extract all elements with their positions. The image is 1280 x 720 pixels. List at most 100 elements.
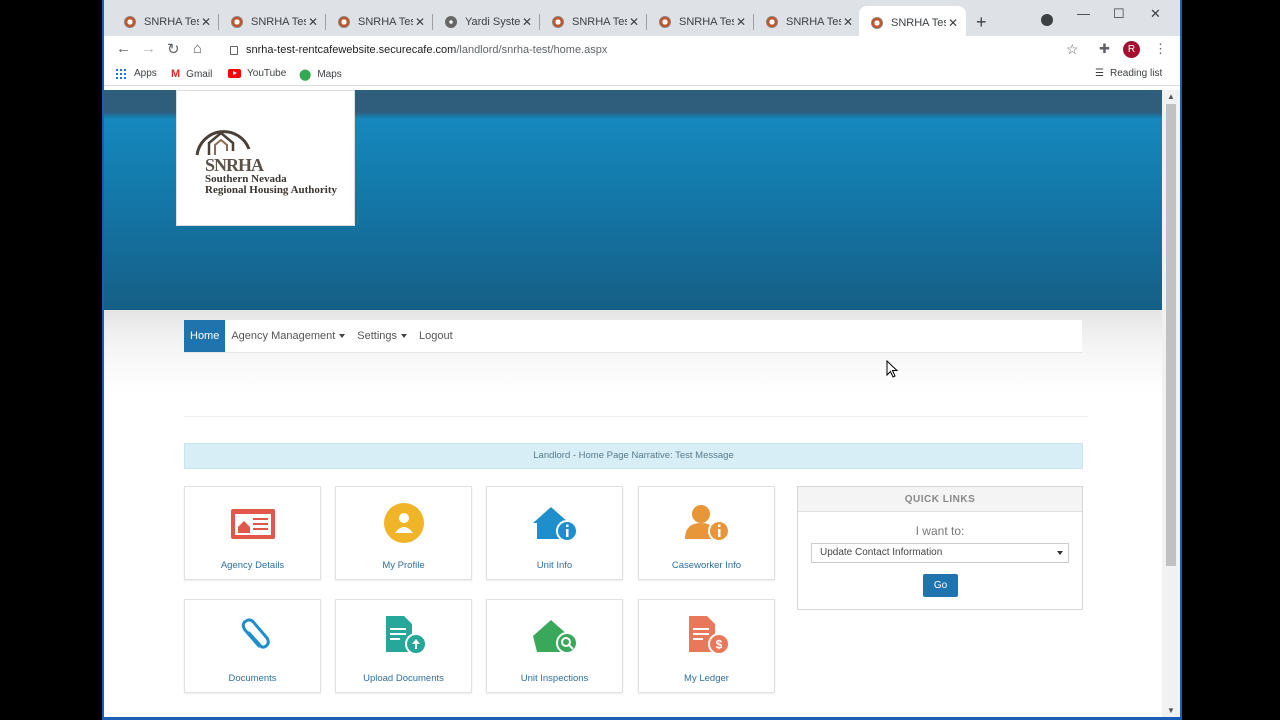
reading-list-button[interactable]: ☰ Reading list [1095, 68, 1162, 79]
close-icon[interactable]: ✕ [520, 15, 534, 29]
tile-label: Documents [228, 673, 277, 684]
tile-agency-details[interactable]: Agency Details [184, 486, 321, 580]
nav-home[interactable]: Home [184, 320, 226, 352]
tile-label: Unit Inspections [520, 673, 589, 684]
tile-label: My Profile [382, 560, 425, 571]
close-icon[interactable]: ✕ [627, 15, 641, 29]
nav-label: Agency Management [231, 330, 336, 342]
maps-pin-icon: ⬤ [299, 69, 312, 81]
gmail-icon: M [171, 68, 181, 80]
apps-grid-icon [116, 68, 126, 79]
nav-label: Home [190, 330, 220, 342]
logo[interactable]: SNRHA Southern Nevada Regional Housing A… [176, 90, 355, 226]
rentcafe-icon [231, 16, 243, 28]
bookmarks-bar: Apps M Gmail YouTube ⬤ Maps ☰ Reading li… [104, 64, 1180, 86]
nav-logout[interactable]: Logout [413, 320, 459, 352]
lock-icon [230, 45, 238, 55]
browser-tab[interactable]: SNRHA Test ✕ [326, 8, 433, 36]
window-close-icon[interactable]: ✕ [1150, 6, 1161, 22]
profile-icon [384, 503, 424, 543]
bookmark-gmail[interactable]: M Gmail [171, 68, 212, 80]
browser-toolbar: ← → ↻ ⌂ snrha-test-rentcafewebsite.secur… [104, 36, 1180, 64]
bookmark-star-icon[interactable]: ☆ [1066, 41, 1079, 58]
page-scrollbar[interactable]: ▲ ▼ [1162, 90, 1180, 717]
nav-label: Settings [357, 330, 398, 342]
quick-links-heading: QUICK LINKS [798, 487, 1082, 512]
menu-kebab-icon[interactable]: ⋮ [1154, 41, 1167, 57]
upload-document-icon [386, 616, 427, 655]
reading-list-label: Reading list [1109, 68, 1163, 79]
bookmark-maps[interactable]: ⬤ Maps [299, 68, 342, 81]
scroll-up-icon[interactable]: ▲ [1167, 92, 1175, 101]
rentcafe-icon [338, 16, 350, 28]
nav-label: Logout [419, 330, 453, 342]
tile-my-ledger[interactable]: $ My Ledger [638, 599, 775, 693]
globe-icon [445, 16, 457, 28]
new-tab-icon[interactable]: + [976, 12, 987, 33]
bookmark-youtube[interactable]: YouTube [228, 68, 286, 79]
address-bar[interactable]: snrha-test-rentcafewebsite.securecafe.co… [220, 38, 1090, 62]
close-icon[interactable]: ✕ [306, 15, 320, 29]
tile-my-profile[interactable]: My Profile [335, 486, 472, 580]
close-icon[interactable]: ✕ [734, 15, 748, 29]
narrative-message: Landlord - Home Page Narrative: Test Mes… [184, 443, 1083, 469]
url-text: snrha-test-rentcafewebsite.securecafe.co… [246, 44, 607, 56]
scrollbar-thumb[interactable] [1166, 104, 1176, 566]
nav-agency-management[interactable]: Agency Management [225, 320, 351, 352]
home-icon[interactable]: ⌂ [193, 40, 202, 57]
tile-label: Agency Details [220, 560, 285, 571]
rentcafe-icon [552, 16, 564, 28]
browser-tab[interactable]: SNRHA Test ✕ [754, 8, 861, 36]
divider [184, 416, 1088, 417]
tile-documents[interactable]: Documents [184, 599, 321, 693]
browser-tab[interactable]: SNRHA Test ✕ [219, 8, 326, 36]
tab-search-icon[interactable] [1041, 14, 1053, 26]
rentcafe-icon [659, 16, 671, 28]
tab-title: SNRHA Test [891, 17, 946, 29]
url-host: snrha-test-rentcafewebsite.securecafe.co… [246, 44, 457, 56]
quick-links-select[interactable]: Update Contact Information [811, 543, 1069, 563]
tab-strip: SNRHA Test ✕ SNRHA Test ✕ SNRHA Test ✕ Yard… [104, 0, 1180, 40]
tab-title: Yardi Systems [465, 16, 520, 28]
caret-down-icon [339, 334, 346, 338]
close-icon[interactable]: ✕ [841, 15, 855, 29]
rentcafe-icon [766, 16, 778, 28]
browser-tab-active[interactable]: SNRHA Test ✕ [859, 6, 966, 40]
bookmark-label: Gmail [186, 68, 213, 80]
extensions-puzzle-icon[interactable]: ✚ [1099, 41, 1110, 57]
bookmark-label: Maps [317, 69, 342, 80]
caseworker-icon [685, 505, 730, 542]
tile-caseworker-info[interactable]: Caseworker Info [638, 486, 775, 580]
bookmark-apps[interactable]: Apps [116, 68, 157, 79]
tile-label: Upload Documents [363, 673, 444, 684]
browser-tab[interactable]: SNRHA Test ✕ [540, 8, 647, 36]
maximize-icon[interactable]: ☐ [1113, 6, 1125, 22]
tab-title: SNRHA Test [251, 16, 306, 28]
go-button[interactable]: Go [923, 574, 958, 597]
tab-title: SNRHA Test [358, 16, 413, 28]
browser-tab[interactable]: Yardi Systems✕ [433, 8, 540, 36]
rentcafe-icon [871, 17, 883, 29]
close-icon[interactable]: ✕ [946, 16, 960, 30]
agency-details-icon [231, 509, 275, 539]
tile-upload-documents[interactable]: Upload Documents [335, 599, 472, 693]
browser-tab[interactable]: SNRHA Test ✕ [647, 8, 754, 36]
tile-unit-inspections[interactable]: Unit Inspections [486, 599, 623, 693]
browser-tab[interactable]: SNRHA Test ✕ [112, 8, 219, 36]
svg-text:$: $ [716, 638, 723, 652]
scroll-down-icon[interactable]: ▼ [1167, 706, 1175, 715]
minimize-icon[interactable]: — [1077, 6, 1090, 21]
forward-icon[interactable]: → [141, 40, 156, 57]
tile-unit-info[interactable]: Unit Info [486, 486, 623, 580]
profile-avatar[interactable]: R [1123, 41, 1140, 58]
reload-icon[interactable]: ↻ [167, 40, 180, 58]
back-icon[interactable]: ← [116, 40, 131, 57]
paperclip-icon [241, 618, 270, 649]
close-icon[interactable]: ✕ [199, 15, 213, 29]
nav-settings[interactable]: Settings [351, 320, 413, 352]
page-viewport: SNRHA Southern Nevada Regional Housing A… [104, 90, 1162, 717]
close-icon[interactable]: ✕ [413, 15, 427, 29]
tab-title: SNRHA Test [144, 16, 199, 28]
tab-title: SNRHA Test [679, 16, 734, 28]
ledger-icon: $ [689, 616, 730, 655]
